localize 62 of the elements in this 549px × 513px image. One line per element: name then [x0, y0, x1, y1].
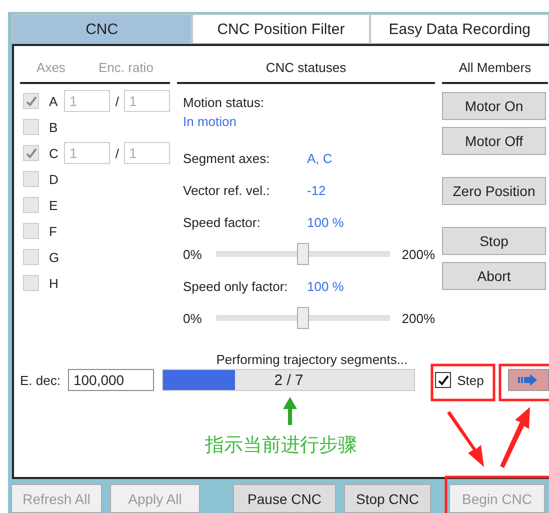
progress-caption: Performing trajectory segments... — [215, 352, 409, 367]
slider-thumb[interactable] — [296, 243, 309, 265]
members-header: All Members — [458, 60, 532, 75]
member-button[interactable]: Stop — [442, 227, 546, 255]
ratio-separator: / — [115, 94, 119, 108]
axis-label: H — [49, 276, 60, 290]
axis-label: D — [49, 172, 60, 186]
factor-label: Speed only factor: — [183, 278, 289, 294]
step-label: Step — [457, 372, 484, 388]
progress-text: 2 / 7 — [274, 372, 304, 389]
axes-header: Axes — [36, 60, 66, 75]
axis-checkbox[interactable] — [23, 249, 39, 265]
axis-checkbox[interactable] — [23, 119, 39, 135]
axis-checkbox[interactable] — [23, 171, 39, 187]
slider-max: 200% — [402, 310, 435, 326]
member-button[interactable]: Motor Off — [442, 127, 546, 155]
axis-checkbox[interactable] — [23, 145, 39, 161]
member-button[interactable]: Motor On — [442, 92, 546, 120]
motion-status-value: In motion — [183, 114, 236, 128]
factor-value: 100 % — [307, 214, 344, 230]
axis-checkbox[interactable] — [23, 197, 39, 213]
axis-label: E — [49, 198, 59, 212]
member-button[interactable]: Abort — [442, 262, 546, 290]
status-value: A, C — [307, 150, 332, 166]
axis-checkbox[interactable] — [23, 275, 39, 291]
axis-checkbox[interactable] — [23, 93, 39, 109]
e-dec-label: E. dec: — [20, 372, 60, 388]
axis-label: A — [49, 94, 59, 108]
slider-min: 0% — [183, 246, 202, 262]
axis-label: G — [49, 250, 60, 264]
next-step-button[interactable] — [508, 369, 549, 391]
tab[interactable]: CNC — [12, 14, 192, 43]
tab[interactable]: Easy Data Recording — [370, 14, 549, 43]
step-checkbox[interactable] — [435, 372, 452, 388]
status-label: Vector ref. vel.: — [183, 182, 271, 198]
action-button[interactable]: Pause CNC — [233, 484, 336, 513]
e-dec-field[interactable]: 100,000 — [68, 369, 154, 391]
annotation-text: 指示当前进行步骤 — [205, 434, 357, 458]
axis-label: B — [49, 120, 59, 134]
ratio-separator: / — [115, 146, 119, 160]
axis-label: F — [49, 224, 58, 238]
member-button[interactable]: Zero Position — [442, 177, 546, 205]
slider-max: 200% — [402, 246, 435, 262]
status-value: -12 — [307, 182, 326, 198]
pointer-arrow — [283, 397, 297, 425]
factor-value: 100 % — [307, 278, 344, 294]
slider-thumb[interactable] — [296, 307, 309, 329]
pointer-arrow — [447, 411, 484, 467]
status-label: Segment axes: — [183, 150, 271, 166]
axis-checkbox[interactable] — [23, 223, 39, 239]
highlight-frame — [498, 364, 549, 402]
action-button[interactable]: Stop CNC — [344, 484, 431, 513]
pointer-arrow — [500, 407, 530, 468]
highlight-frame — [430, 364, 496, 402]
axis-label: C — [49, 146, 60, 160]
arrow-right-icon — [518, 374, 538, 386]
enc-ratio-header: Enc. ratio — [98, 60, 154, 75]
tab[interactable]: CNC Position Filter — [192, 14, 370, 43]
statuses-header: CNC statuses — [266, 60, 346, 75]
motion-status-label: Motion status: — [183, 95, 264, 110]
factor-label: Speed factor: — [183, 214, 262, 230]
slider-min: 0% — [183, 310, 202, 326]
